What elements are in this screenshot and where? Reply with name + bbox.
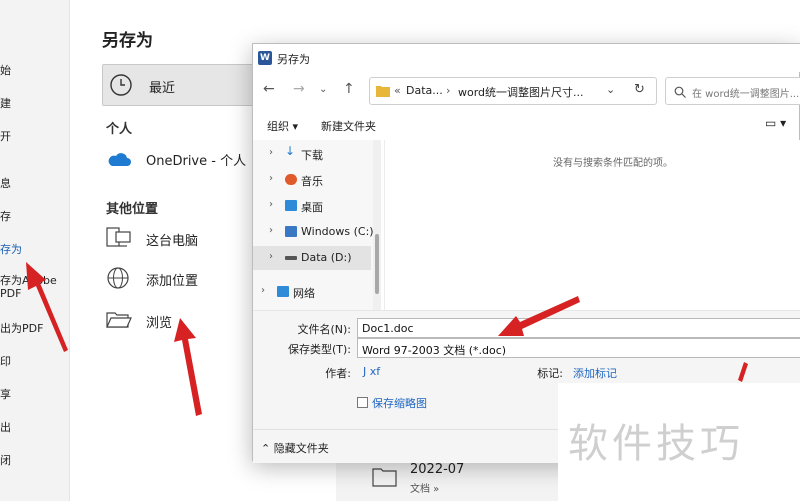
arrow-to-file-name bbox=[498, 296, 580, 336]
arrow-fragment-right bbox=[738, 362, 748, 382]
arrow-to-browse bbox=[174, 318, 202, 416]
annotation-arrows bbox=[26, 262, 748, 416]
arrow-to-save-as bbox=[26, 262, 68, 352]
